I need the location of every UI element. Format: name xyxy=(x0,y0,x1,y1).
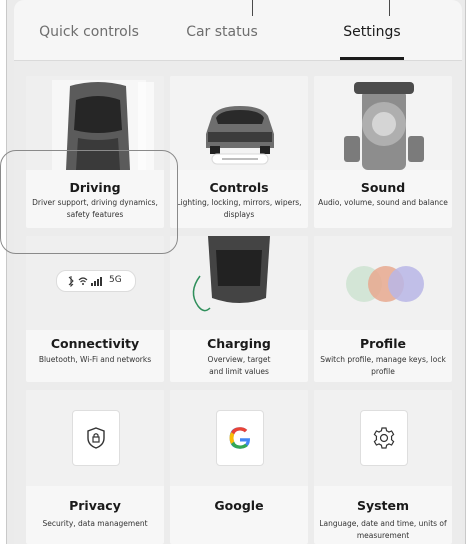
card-description: Lighting, locking, mirrors, wipers, disp… xyxy=(176,198,302,219)
active-tab-indicator xyxy=(340,57,404,60)
highlight-callout xyxy=(0,150,178,254)
card-description: Language, date and time, units of measur… xyxy=(319,519,447,540)
card-profile[interactable]: Profile Switch profile, manage keys, loc… xyxy=(314,236,452,382)
annotation-line xyxy=(252,0,253,16)
card-charging[interactable]: Charging Overview, target and limit valu… xyxy=(170,236,308,382)
card-description: Audio, volume, sound and balance xyxy=(318,198,448,207)
google-g-icon xyxy=(229,427,251,449)
system-image xyxy=(314,390,452,486)
card-title: Charging xyxy=(207,336,271,351)
privacy-icon-tile xyxy=(72,410,120,466)
status-pill: 5G xyxy=(56,270,136,292)
card-description: Overview, target and limit values xyxy=(207,355,271,376)
bluetooth-wifi-signal-icon xyxy=(68,276,102,287)
settings-panel: Quick controls Car status Settings Drivi… xyxy=(14,0,462,544)
card-title: Connectivity xyxy=(50,336,140,351)
card-description: Bluetooth, Wi-Fi and networks xyxy=(38,355,152,364)
privacy-image xyxy=(26,390,164,486)
google-icon-tile xyxy=(216,410,264,466)
card-title: Privacy xyxy=(69,498,121,513)
card-title: Profile xyxy=(360,336,406,351)
card-system[interactable]: System Language, date and time, units of… xyxy=(314,390,452,544)
card-connectivity[interactable]: 5G Connectivity Bluetooth, Wi-Fi and net… xyxy=(26,236,164,382)
tab-car-status[interactable]: Car status xyxy=(147,24,297,40)
card-google[interactable]: Google xyxy=(170,390,308,544)
shield-lock-icon xyxy=(87,427,105,449)
annotation-line xyxy=(389,0,390,16)
controls-car-image xyxy=(170,76,308,170)
card-title: Controls xyxy=(209,180,269,195)
tab-settings[interactable]: Settings xyxy=(297,24,447,40)
card-sound[interactable]: Sound Audio, volume, sound and balance xyxy=(314,76,452,228)
card-controls[interactable]: Controls Lighting, locking, mirrors, wip… xyxy=(170,76,308,228)
card-title: Google xyxy=(214,498,264,513)
card-title: Sound xyxy=(360,180,406,195)
google-image xyxy=(170,390,308,486)
card-title: System xyxy=(356,498,410,513)
sound-interior-image xyxy=(314,76,452,170)
card-description: Switch profile, manage keys, lock profil… xyxy=(320,355,446,376)
system-icon-tile xyxy=(360,410,408,466)
tab-bar: Quick controls Car status Settings xyxy=(14,0,462,61)
profile-image xyxy=(314,236,452,330)
network-type-label: 5G xyxy=(109,275,122,285)
tab-quick-controls[interactable]: Quick controls xyxy=(14,24,164,40)
charging-car-image xyxy=(170,236,308,330)
card-description: Security, data management xyxy=(42,519,148,528)
gear-icon xyxy=(373,427,395,449)
card-privacy[interactable]: Privacy Security, data management xyxy=(26,390,164,544)
